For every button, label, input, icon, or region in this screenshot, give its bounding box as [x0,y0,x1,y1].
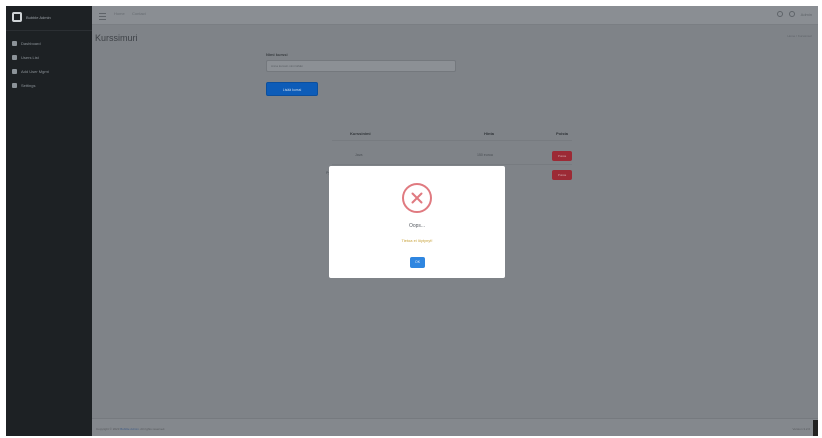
search-icon[interactable] [776,11,783,17]
sidebar-item-users[interactable]: Users List [12,50,49,64]
error-dialog: Oops... Tietoa ei löytynyt! OK [329,166,505,278]
breadcrumb[interactable]: Home / Kurssimuri [787,34,812,38]
course-name-label: Nimi kurssi [266,52,288,57]
scroll-to-top-button[interactable] [813,420,818,436]
error-x-icon [402,183,432,213]
users-icon [12,54,17,60]
notifications-icon[interactable] [788,11,795,17]
table-divider [332,164,572,165]
delete-button[interactable]: Poista [552,170,572,180]
nav-link-home[interactable]: Home [114,11,125,16]
nav-link-contact[interactable]: Contact [132,11,146,16]
user-menu[interactable]: Admin [801,12,812,17]
dialog-title: Oops... [408,223,426,229]
home-icon [12,40,17,46]
column-header-delete: Poista [556,131,569,136]
table-cell-name: Java [355,153,363,157]
course-name-input[interactable]: Anna kurssin nimi tähän [266,60,456,72]
brand[interactable]: Bubble Admin [12,12,51,22]
sidebar-item-add-user[interactable]: Add User Mgmt [12,64,49,78]
delete-button[interactable]: Poista [552,151,572,161]
column-header-name: Kurssinimi [350,131,371,136]
footer-link[interactable]: Bubble Admin [120,427,139,431]
sidebar-divider [6,30,92,31]
table-cell-price: 150 euroa [477,153,493,157]
sidebar-item-dashboard[interactable]: Dashboard [12,36,49,50]
brand-name: Bubble Admin [26,14,51,20]
column-header-price: Hinta [484,131,494,136]
footer: Copyright © 2023 Bubble Admin. All right… [92,418,818,436]
table-divider [332,140,572,141]
page-title: Kurssimuri [95,33,138,43]
topbar-actions: Admin [776,11,812,17]
sidebar-nav: Dashboard Users List Add User Mgmt Setti… [12,36,49,92]
user-plus-icon [12,68,17,74]
top-navbar: Home Contact Admin [92,6,818,25]
sidebar-item-label: Dashboard [21,40,41,46]
sidebar-item-settings[interactable]: Settings [12,78,49,92]
add-course-button[interactable]: Lisää kurssi [266,82,318,96]
brand-logo-icon [12,12,22,22]
sidebar-item-label: Add User Mgmt [21,68,49,74]
dialog-message: Tietoa ei löytynyt! [401,238,433,243]
sidebar: Bubble Admin Dashboard Users List Add Us… [6,6,92,436]
footer-version: Version 3.2.0 [792,427,810,431]
sidebar-item-label: Users List [21,54,39,60]
sidebar-item-label: Settings [21,82,36,88]
menu-toggle-icon[interactable] [99,13,106,20]
footer-copyright: Copyright © 2023 Bubble Admin. All right… [96,427,166,431]
ok-button[interactable]: OK [410,257,425,268]
gear-icon [12,82,17,88]
